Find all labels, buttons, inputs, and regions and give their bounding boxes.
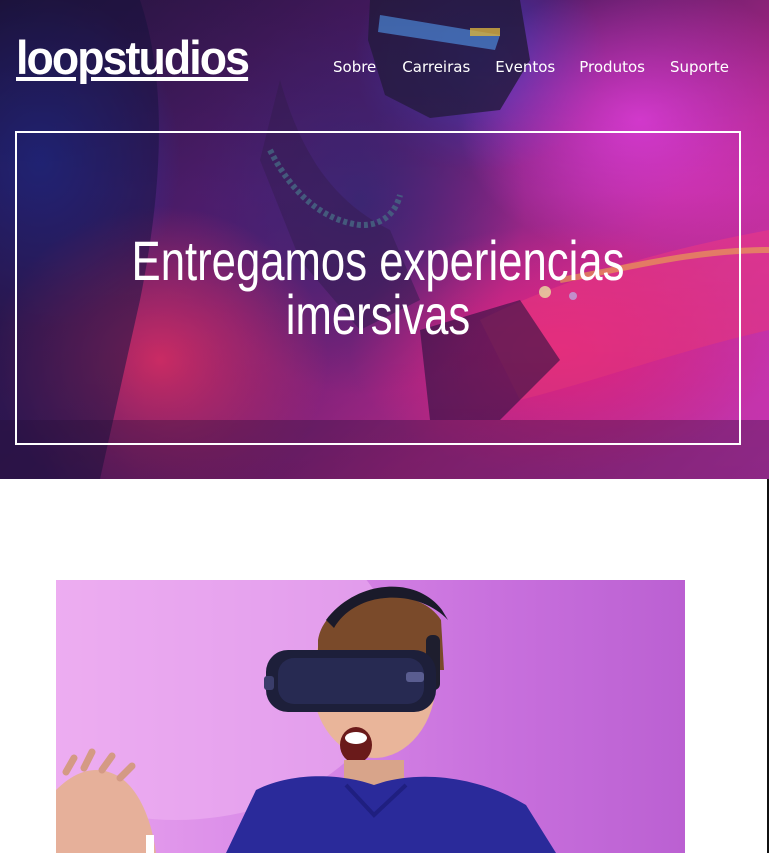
nav-link-suporte[interactable]: Suporte: [670, 58, 729, 76]
nav-link-eventos[interactable]: Eventos: [495, 58, 555, 76]
hero-headline-box: Entregamos experiencias imersivas: [15, 131, 741, 445]
hero-section: loopstudios Sobre Carreiras Eventos Prod…: [0, 0, 769, 479]
hero-title: Entregamos experiencias imersivas: [131, 229, 625, 346]
page: loopstudios Sobre Carreiras Eventos Prod…: [0, 0, 769, 853]
man-with-vr-headset-photo-icon: [56, 580, 556, 853]
brand-logo[interactable]: loopstudios: [16, 34, 250, 81]
nav-link-carreiras[interactable]: Carreiras: [402, 58, 470, 76]
vr-headset-image: [56, 580, 685, 853]
nav-link-produtos[interactable]: Produtos: [579, 58, 645, 76]
main-nav: Sobre Carreiras Eventos Produtos Suporte: [333, 58, 729, 76]
nav-link-sobre[interactable]: Sobre: [333, 58, 376, 76]
